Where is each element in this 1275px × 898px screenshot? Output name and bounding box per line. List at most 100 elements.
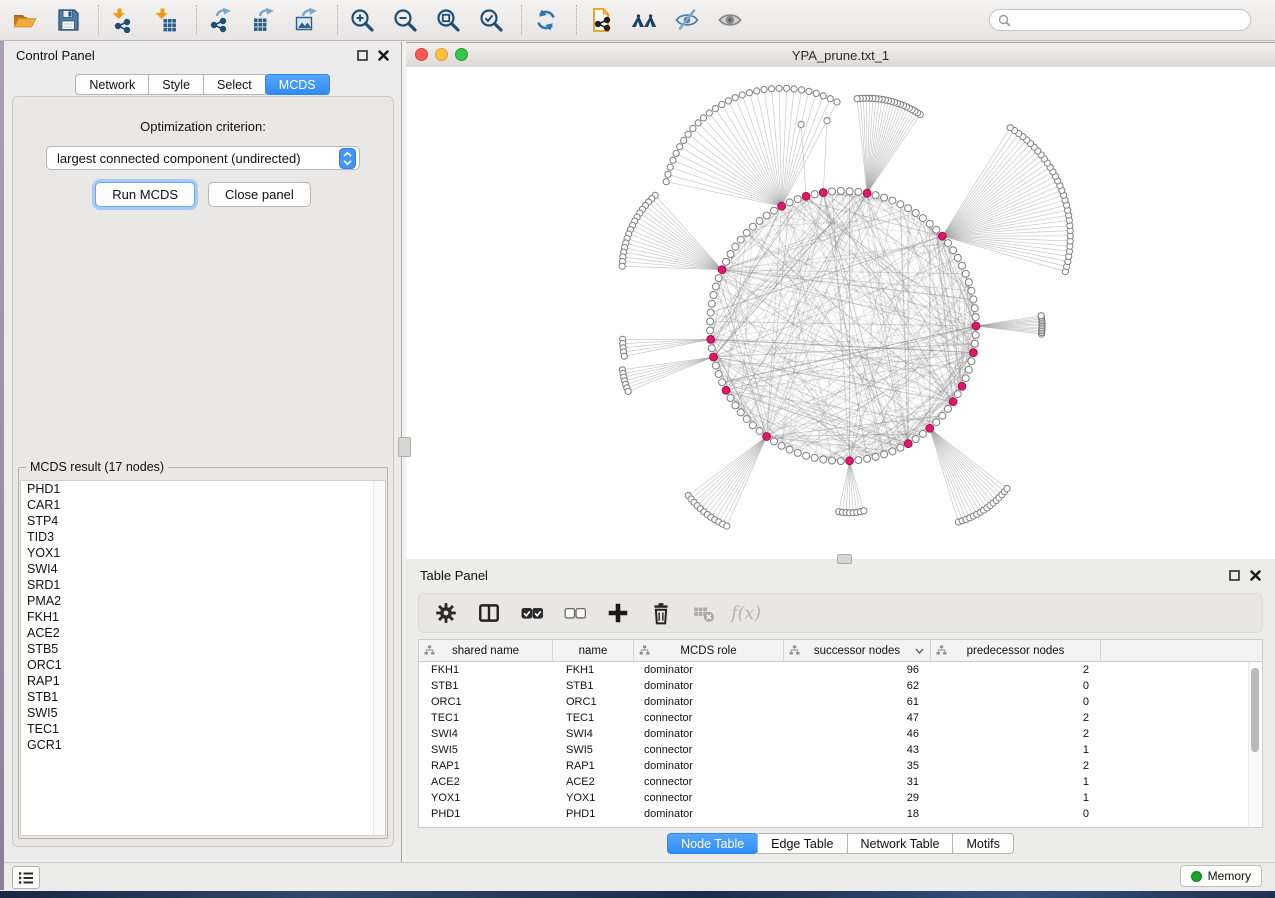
close-panel-button[interactable]: Close panel — [208, 182, 311, 207]
mcds-result-item[interactable]: STB1 — [21, 689, 385, 705]
mcds-result-item[interactable]: PHD1 — [21, 481, 385, 497]
mcds-result-title: MCDS result (17 nodes) — [26, 460, 168, 474]
mcds-result-item[interactable]: SWI5 — [21, 705, 385, 721]
table-scrollbar[interactable] — [1248, 662, 1261, 826]
tab-select[interactable]: Select — [203, 74, 266, 95]
search-input[interactable] — [1016, 12, 1250, 28]
settings-button[interactable] — [433, 600, 459, 626]
cell-shared-name: TEC1 — [419, 712, 553, 724]
column-header-MCDS-role[interactable]: MCDS role — [634, 640, 784, 661]
mcds-result-item[interactable]: FKH1 — [21, 609, 385, 625]
mcds-result-item[interactable]: PMA2 — [21, 593, 385, 609]
tab-node-table[interactable]: Node Table — [667, 833, 758, 854]
save-session-button[interactable] — [53, 3, 83, 37]
mcds-result-item[interactable]: GCR1 — [21, 737, 385, 753]
table-row[interactable]: PHD1PHD1dominator180 — [419, 806, 1262, 822]
cell-successor-nodes: 62 — [784, 680, 931, 692]
tab-style[interactable]: Style — [148, 74, 204, 95]
refresh-button[interactable] — [531, 3, 561, 37]
cell-name: SWI5 — [553, 744, 634, 756]
column-header-predecessor-nodes[interactable]: predecessor nodes — [931, 640, 1101, 661]
zoom-out-button[interactable] — [390, 3, 420, 37]
mcds-result-item[interactable]: ACE2 — [21, 625, 385, 641]
mcds-result-item[interactable]: ORC1 — [21, 657, 385, 673]
network-canvas[interactable] — [406, 67, 1275, 559]
share-document-button[interactable] — [586, 3, 616, 37]
task-history-button[interactable] — [12, 866, 40, 889]
mcds-result-item[interactable]: SWI4 — [21, 561, 385, 577]
mcds-result-item[interactable]: RAP1 — [21, 673, 385, 689]
float-panel-icon[interactable] — [357, 50, 368, 61]
close-window-button[interactable] — [415, 48, 428, 61]
close-panel-icon[interactable] — [378, 50, 389, 61]
hide-selected-button[interactable] — [672, 3, 702, 37]
table-row[interactable]: STB1STB1dominator620 — [419, 678, 1262, 694]
minimize-window-button[interactable] — [435, 48, 448, 61]
zoom-selected-button[interactable] — [476, 3, 506, 37]
delete-row-button[interactable] — [648, 600, 674, 626]
memory-button[interactable]: Memory — [1180, 865, 1262, 887]
float-table-panel-icon[interactable] — [1229, 570, 1240, 581]
cell-predecessor-nodes: 1 — [931, 792, 1101, 804]
column-header-successor-nodes[interactable]: successor nodes — [784, 640, 931, 661]
mcds-result-item[interactable]: STB5 — [21, 641, 385, 657]
tab-network-table[interactable]: Network Table — [847, 833, 954, 854]
table-row[interactable]: ORC1ORC1dominator610 — [419, 694, 1262, 710]
save-session-icon — [55, 7, 81, 33]
table-scrollbar-thumb[interactable] — [1251, 668, 1259, 752]
cell-name: RAP1 — [553, 760, 634, 772]
table-toolbar: f(x) — [418, 593, 1263, 633]
mcds-tab-content: Optimization criterion: largest connecte… — [12, 96, 394, 847]
table-row[interactable]: SWI4SWI4dominator462 — [419, 726, 1262, 742]
mcds-result-item[interactable]: CAR1 — [21, 497, 385, 513]
search-field[interactable] — [989, 9, 1251, 31]
close-table-panel-icon[interactable] — [1250, 570, 1261, 581]
status-bar: Memory — [0, 862, 1275, 891]
mcds-result-item[interactable]: YOX1 — [21, 545, 385, 561]
tab-network[interactable]: Network — [75, 74, 149, 95]
column-label: predecessor nodes — [967, 645, 1065, 657]
mcds-result-item[interactable]: SRD1 — [21, 577, 385, 593]
table-row[interactable]: SWI5SWI5connector431 — [419, 742, 1262, 758]
run-mcds-button[interactable]: Run MCDS — [95, 182, 195, 207]
column-header-shared-name[interactable]: shared name — [419, 640, 553, 661]
import-table-button[interactable] — [151, 3, 181, 37]
node-table: shared namenameMCDS rolesuccessor nodes p… — [418, 639, 1263, 828]
table-row[interactable]: TEC1TEC1connector472 — [419, 710, 1262, 726]
zoom-out-icon — [392, 7, 418, 33]
deselect-all-button[interactable] — [562, 600, 588, 626]
tab-mcds[interactable]: MCDS — [265, 74, 330, 95]
table-row[interactable]: YOX1YOX1connector291 — [419, 790, 1262, 806]
select-all-button[interactable] — [519, 600, 545, 626]
tab-edge-table[interactable]: Edge Table — [757, 833, 847, 854]
network-window-titlebar[interactable]: YPA_prune.txt_1 — [406, 43, 1275, 68]
cell-predecessor-nodes: 0 — [931, 808, 1101, 820]
svg-text:f(x): f(x) — [729, 604, 761, 624]
search-find-button[interactable] — [629, 3, 659, 37]
show-selected-button[interactable] — [715, 3, 745, 37]
maximize-window-button[interactable] — [455, 48, 468, 61]
export-network-button[interactable] — [206, 3, 236, 37]
zoom-fit-button[interactable] — [433, 3, 463, 37]
open-session-button[interactable] — [10, 3, 40, 37]
table-row[interactable]: RAP1RAP1dominator352 — [419, 758, 1262, 774]
add-row-button[interactable] — [605, 600, 631, 626]
table-row[interactable]: ACE2ACE2connector311 — [419, 774, 1262, 790]
import-network-button[interactable] — [108, 3, 138, 37]
vertical-splitter-handle[interactable] — [398, 437, 411, 457]
zoom-in-button[interactable] — [347, 3, 377, 37]
mcds-list-scrollbar[interactable] — [373, 481, 385, 835]
columns-button[interactable] — [476, 600, 502, 626]
mcds-result-item[interactable]: TID3 — [21, 529, 385, 545]
export-image-button[interactable] — [292, 3, 322, 37]
horizontal-splitter-handle[interactable] — [837, 554, 852, 564]
mcds-result-item[interactable]: STP4 — [21, 513, 385, 529]
tree-column-icon — [936, 645, 947, 656]
export-table-button[interactable] — [249, 3, 279, 37]
column-header-name[interactable]: name — [553, 640, 634, 661]
mcds-result-item[interactable]: TEC1 — [21, 721, 385, 737]
table-row[interactable]: FKH1FKH1dominator962 — [419, 662, 1262, 678]
cell-shared-name: STB1 — [419, 680, 553, 692]
criterion-select[interactable]: largest connected component (undirected) — [46, 146, 360, 170]
tab-motifs[interactable]: Motifs — [952, 833, 1013, 854]
